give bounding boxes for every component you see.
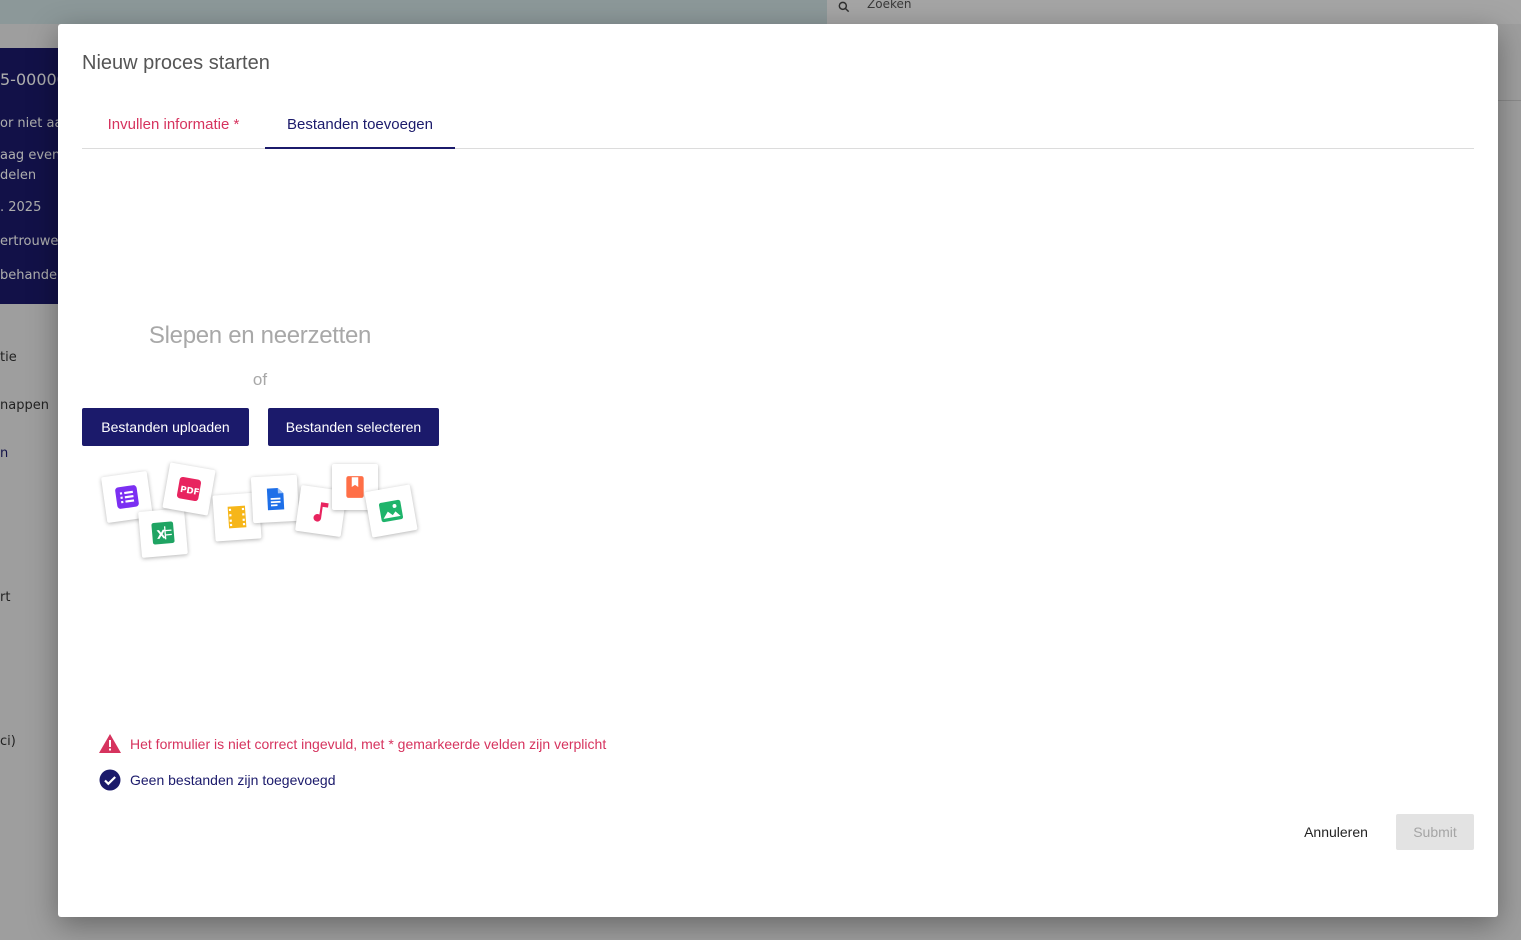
- warning-icon: [99, 734, 121, 753]
- upload-files-button[interactable]: Bestanden uploaden: [82, 408, 249, 446]
- pdf-icon: PDF: [162, 462, 216, 516]
- dropzone-or-label: of: [252, 370, 268, 389]
- tab-add-files[interactable]: Bestanden toevoegen: [265, 102, 455, 149]
- check-circle-icon: [99, 769, 121, 791]
- dialog-tabs: Invullen informatie * Bestanden toevoege…: [82, 102, 1474, 149]
- status-text: Geen bestanden zijn toegevoegd: [130, 772, 336, 788]
- spreadsheet-icon: X: [138, 508, 188, 558]
- cancel-button[interactable]: Annuleren: [1290, 814, 1382, 850]
- file-type-illustration: X PDF: [98, 462, 428, 562]
- image-icon: [364, 484, 418, 538]
- new-process-dialog: Nieuw proces starten Invullen informatie…: [58, 24, 1498, 917]
- select-files-button[interactable]: Bestanden selecteren: [268, 408, 439, 446]
- dialog-title: Nieuw proces starten: [82, 52, 270, 74]
- submit-button[interactable]: Submit: [1396, 814, 1474, 850]
- files-status-message: Geen bestanden zijn toegevoegd: [98, 768, 336, 792]
- error-text: Het formulier is niet correct ingevuld, …: [130, 736, 607, 752]
- dropzone-title: Slepen en neerzetten: [148, 322, 372, 349]
- form-error-message: Het formulier is niet correct ingevuld, …: [98, 732, 606, 756]
- document-icon: [250, 474, 300, 524]
- tab-fill-information[interactable]: Invullen informatie *: [82, 102, 265, 149]
